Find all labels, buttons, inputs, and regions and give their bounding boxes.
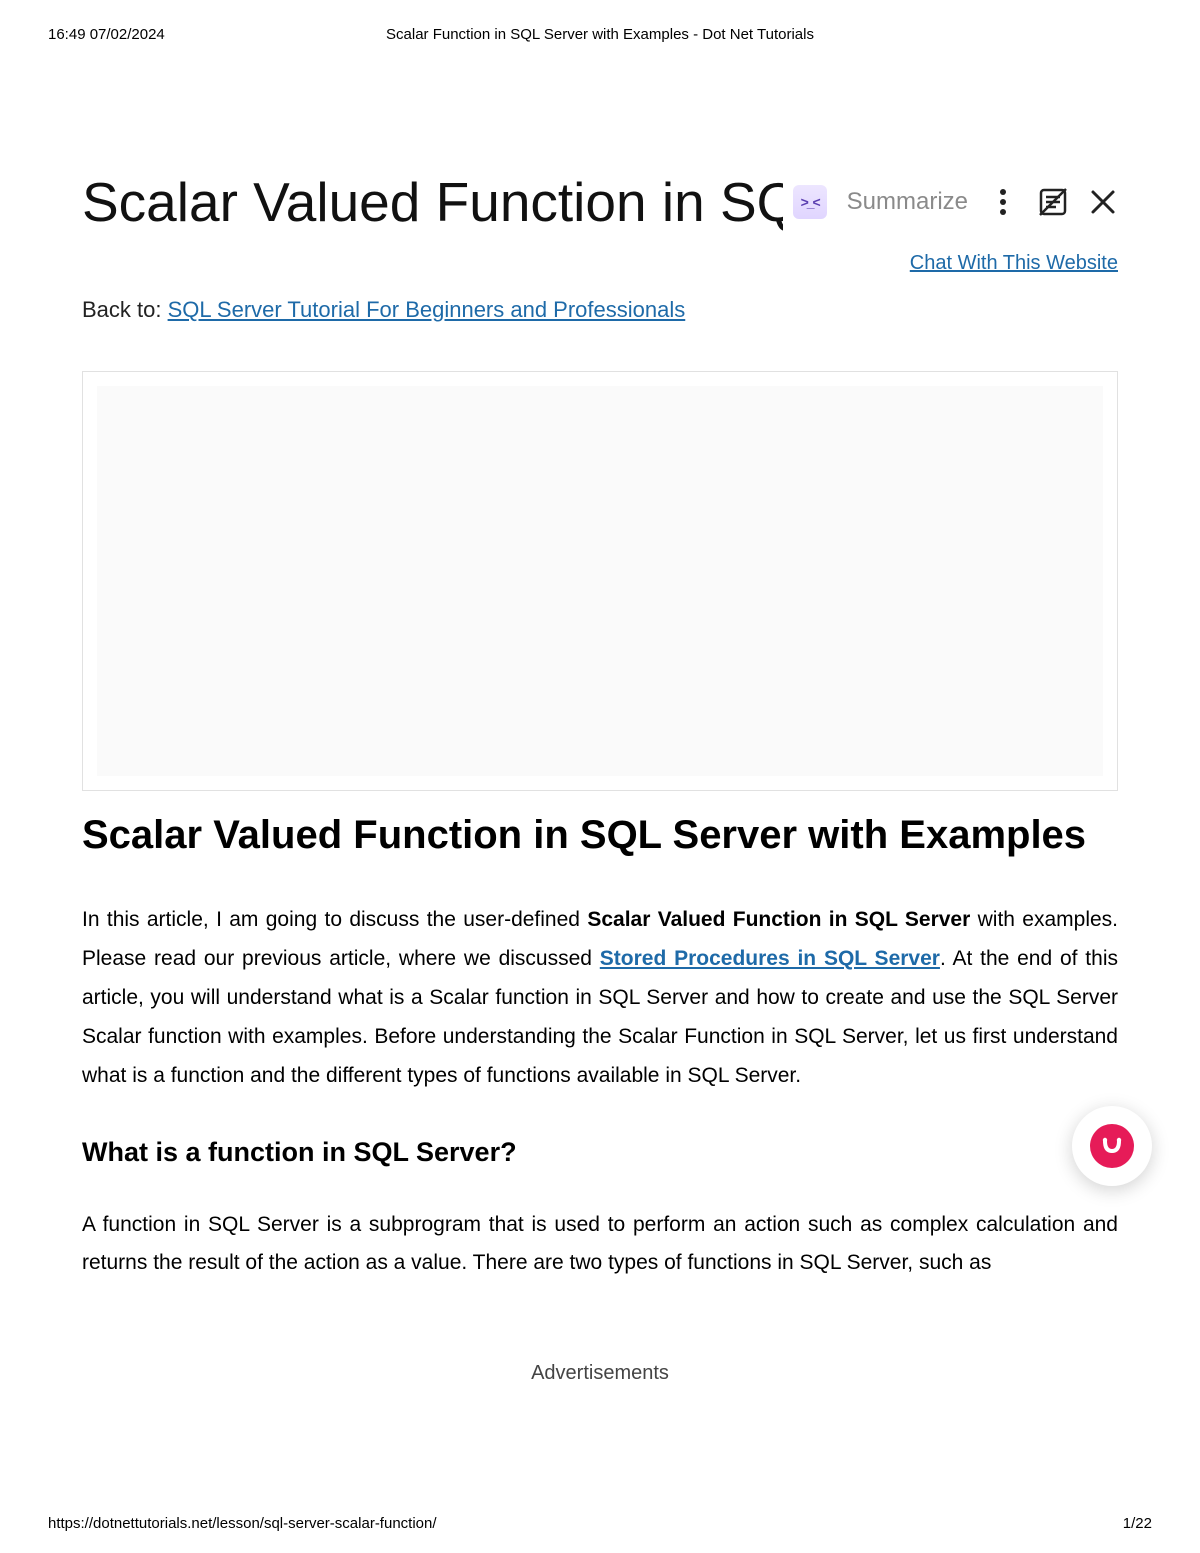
footer-url: https://dotnettutorials.net/lesson/sql-s…: [48, 1515, 437, 1532]
page-content: Scalar Valued Function in SQL Serve >_< …: [82, 170, 1118, 1385]
article-subheading: What is a function in SQL Server?: [82, 1137, 1118, 1168]
ai-assistant-icon[interactable]: >_<: [793, 185, 827, 219]
more-options-icon[interactable]: [988, 187, 1018, 217]
advertisements-label: Advertisements: [82, 1362, 1118, 1385]
print-doc-title: Scalar Function in SQL Server with Examp…: [0, 26, 1200, 43]
bold-text: Scalar Valued Function in SQL Server: [587, 908, 970, 931]
chat-with-website-link[interactable]: Chat With This Website: [910, 252, 1118, 274]
stored-procedures-link[interactable]: Stored Procedures in SQL Server: [600, 947, 940, 970]
backto-link[interactable]: SQL Server Tutorial For Beginners and Pr…: [168, 297, 686, 322]
chat-link-row: Chat With This Website: [82, 252, 1118, 275]
summarize-button[interactable]: Summarize: [847, 188, 968, 216]
backto-label: Back to:: [82, 297, 168, 322]
article-intro-paragraph: In this article, I am going to discuss t…: [82, 900, 1118, 1095]
text: In this article, I am going to discuss t…: [82, 908, 587, 931]
ad-placeholder-top: [82, 371, 1118, 791]
close-icon[interactable]: [1088, 187, 1118, 217]
title-actions: >_< Summarize: [793, 185, 1118, 219]
breadcrumb: Back to: SQL Server Tutorial For Beginne…: [82, 297, 1118, 323]
reader-mode-icon[interactable]: [1038, 187, 1068, 217]
ad-placeholder-inner: [97, 386, 1103, 776]
floating-action-button[interactable]: [1072, 1106, 1152, 1186]
fab-close-icon: [1090, 1124, 1134, 1168]
page-title: Scalar Valued Function in SQL Serve: [82, 170, 783, 234]
article-heading: Scalar Valued Function in SQL Server wit…: [82, 813, 1118, 858]
article-paragraph-2: A function in SQL Server is a subprogram…: [82, 1206, 1118, 1282]
title-row: Scalar Valued Function in SQL Serve >_< …: [82, 170, 1118, 234]
footer-page-number: 1/22: [1123, 1515, 1152, 1532]
